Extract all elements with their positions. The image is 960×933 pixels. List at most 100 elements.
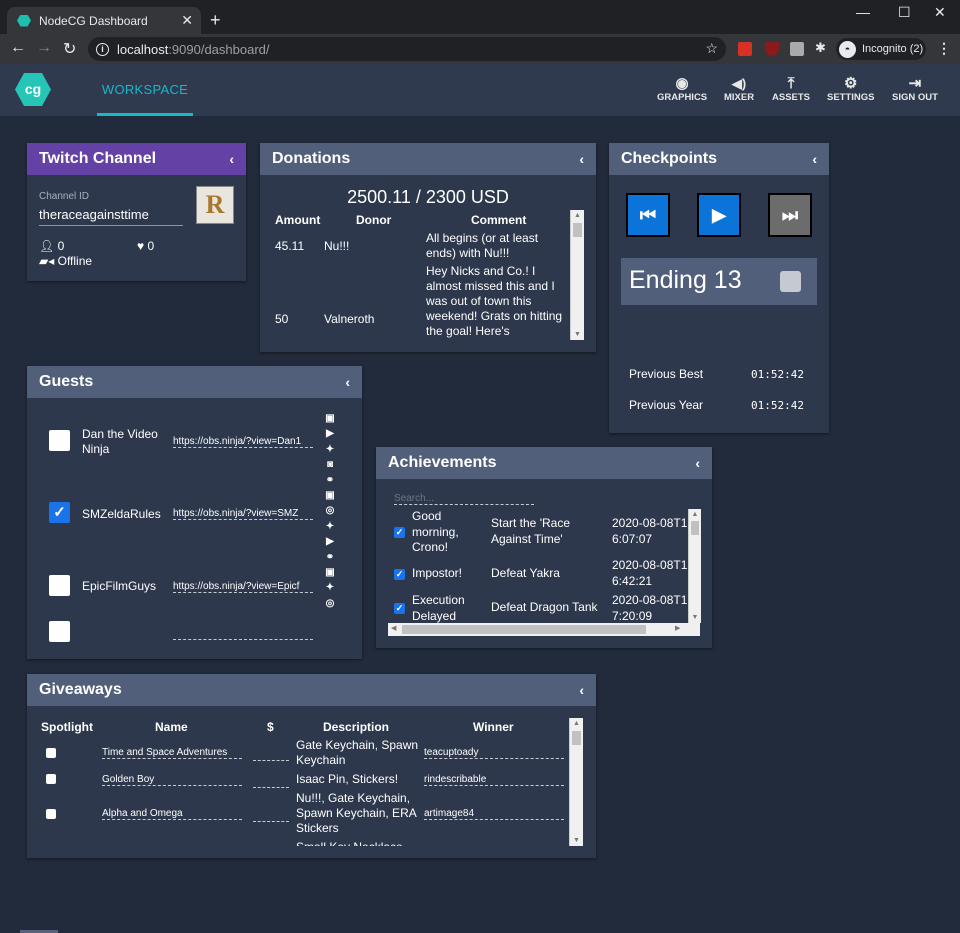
previous-year-label: Previous Year [629,398,704,412]
achievement-checkbox[interactable]: ✓ [394,527,405,538]
achievement-checkbox[interactable]: ✓ [394,569,405,580]
spotlight-checkbox[interactable] [46,809,56,819]
guest-checkbox[interactable]: ✓ [49,502,70,523]
giveaway-name-input[interactable]: Alpha and Omega [102,808,242,820]
twitch-icon[interactable]: ▣ [323,488,337,503]
giveaway-price-input[interactable] [253,760,289,761]
giveaways-scrollbar[interactable]: ▲ ▼ [569,718,583,846]
achievement-description: Start the 'Race Against Time' [491,516,570,546]
scroll-down-icon[interactable]: ▼ [571,331,584,338]
scroll-down-icon[interactable]: ▼ [689,614,701,621]
minimize-icon[interactable]: — [856,4,870,20]
nav-mixer[interactable]: ◀) MIXER [724,76,754,103]
scroll-up-icon[interactable]: ▲ [689,511,701,518]
previous-checkpoint-button[interactable]: ⏮ [626,193,670,237]
giveaway-price-input[interactable] [253,821,289,822]
incognito-badge[interactable]: ◓ Incognito (2) [836,38,926,60]
scroll-thumb[interactable] [691,521,699,535]
guest-url-input[interactable]: https://obs.ninja/?view=Epicf [173,581,313,593]
guest-checkbox[interactable] [49,575,70,596]
achievements-list[interactable]: ✓ Good morning, Crono! Start the 'Race A… [388,507,688,624]
extensions-puzzle-icon[interactable]: ✱ [815,40,826,56]
discord-icon[interactable]: ◙ [323,457,337,472]
back-icon[interactable]: ← [10,39,26,57]
achievement-search-input[interactable]: Search... [394,493,534,505]
spotlight-checkbox[interactable] [46,748,56,758]
panel-twitch-channel: Twitch Channel ‹ Channel ID theraceagain… [27,143,246,281]
address-bar[interactable]: i localhost :9090/dashboard/ ☆ [88,37,726,61]
donations-scrollbar[interactable]: ▲ ▼ [570,210,584,340]
tab-workspace[interactable]: WORKSPACE [97,64,193,116]
giveaway-winner-input[interactable]: teacuptoady [424,747,564,759]
scroll-right-icon[interactable]: ▶ [675,624,680,632]
scroll-up-icon[interactable]: ▲ [571,212,584,219]
twitter-icon[interactable]: ✦ [323,580,337,595]
spotlight-checkbox[interactable] [46,774,56,784]
channel-id-input[interactable]: theraceagainsttime [39,207,183,226]
achievements-hscrollbar[interactable]: ◀ ▶ [388,623,700,636]
browser-tab[interactable]: NodeCG Dashboard ✕ [7,7,201,34]
browser-menu-icon[interactable]: ⋮ [937,40,951,57]
close-tab-icon[interactable]: ✕ [181,12,193,29]
forward-icon[interactable]: → [36,39,52,57]
collapse-icon[interactable]: ‹ [229,151,234,167]
giveaway-name-input[interactable]: Golden Boy [102,774,242,786]
link-icon[interactable]: ⚭ [323,550,337,565]
youtube-icon[interactable]: ▶ [323,426,337,441]
youtube-icon[interactable]: ▶ [323,534,337,549]
twitter-icon[interactable]: ✦ [323,442,337,457]
collapse-icon[interactable]: ‹ [812,151,817,167]
guest-url-input[interactable] [173,628,313,640]
extension-icon[interactable] [790,42,804,56]
nav-sign-out[interactable]: ⇥ SIGN OUT [892,76,938,104]
next-checkpoint-button[interactable]: ⏭ [768,193,812,237]
new-tab-button[interactable]: + [210,10,221,31]
instagram-icon[interactable]: ◎ [323,596,337,611]
guest-url-input[interactable]: https://obs.ninja/?view=Dan1 [173,436,313,448]
giveaways-list[interactable]: Time and Space Adventures Gate Keychain,… [27,736,567,846]
extension-lastpass-icon[interactable] [738,42,752,56]
instagram-icon[interactable]: ◎ [323,503,337,518]
collapse-icon[interactable]: ‹ [579,682,584,698]
nav-settings[interactable]: ⚙ SETTINGS [827,76,875,104]
guest-url-input[interactable]: https://obs.ninja/?view=SMZ [173,508,313,520]
collapse-icon[interactable]: ‹ [345,374,350,390]
collapse-icon[interactable]: ‹ [695,455,700,471]
scroll-up-icon[interactable]: ▲ [570,720,583,727]
giveaway-name-input[interactable]: Time and Space Adventures [102,747,242,759]
donations-list[interactable]: 45.11 Nu!!! All begins (or at least ends… [260,229,570,341]
twitch-icon[interactable]: ▣ [323,411,337,426]
guest-checkbox[interactable] [49,430,70,451]
extension-ublock-icon[interactable] [765,42,779,56]
checkpoint-complete-checkbox[interactable] [780,271,801,292]
nav-graphics[interactable]: ◉ GRAPHICS [657,76,707,104]
user-icon: 👤︎ [39,239,55,253]
collapse-icon[interactable]: ‹ [579,151,584,167]
site-info-icon[interactable]: i [96,42,109,56]
giveaway-winner-input[interactable]: artimage84 [424,808,564,820]
scroll-thumb[interactable] [402,625,646,634]
reload-icon[interactable]: ↻ [63,39,76,59]
scroll-down-icon[interactable]: ▼ [570,837,583,844]
play-button[interactable]: ▶ [697,193,741,237]
achievements-vscrollbar[interactable]: ▲ ▼ [688,509,701,623]
maximize-icon[interactable]: ☐ [898,4,911,21]
twitter-icon[interactable]: ✦ [323,519,337,534]
bookmark-star-icon[interactable]: ☆ [705,40,718,57]
giveaway-price-input[interactable] [253,787,289,788]
scroll-left-icon[interactable]: ◀ [391,624,396,632]
guest-checkbox[interactable] [49,621,70,642]
scroll-thumb[interactable] [573,223,582,237]
scroll-thumb[interactable] [572,731,581,745]
achievement-name: Execution Delayed [412,593,465,623]
panel-header: Donations ‹ [260,143,596,175]
giveaway-winner-input[interactable]: rindescribable [424,774,564,786]
link-icon[interactable]: ⚭ [323,473,337,488]
app-header: cg WORKSPACE ◉ GRAPHICS ◀) MIXER ⤒ ASSET… [0,64,960,116]
twitch-icon[interactable]: ▣ [323,565,337,580]
close-window-icon[interactable]: ✕ [934,4,946,21]
nav-assets[interactable]: ⤒ ASSETS [772,76,810,104]
nav-mixer-label: MIXER [724,92,755,103]
stream-status-value: Offline [57,254,93,268]
achievement-checkbox[interactable]: ✓ [394,603,405,614]
